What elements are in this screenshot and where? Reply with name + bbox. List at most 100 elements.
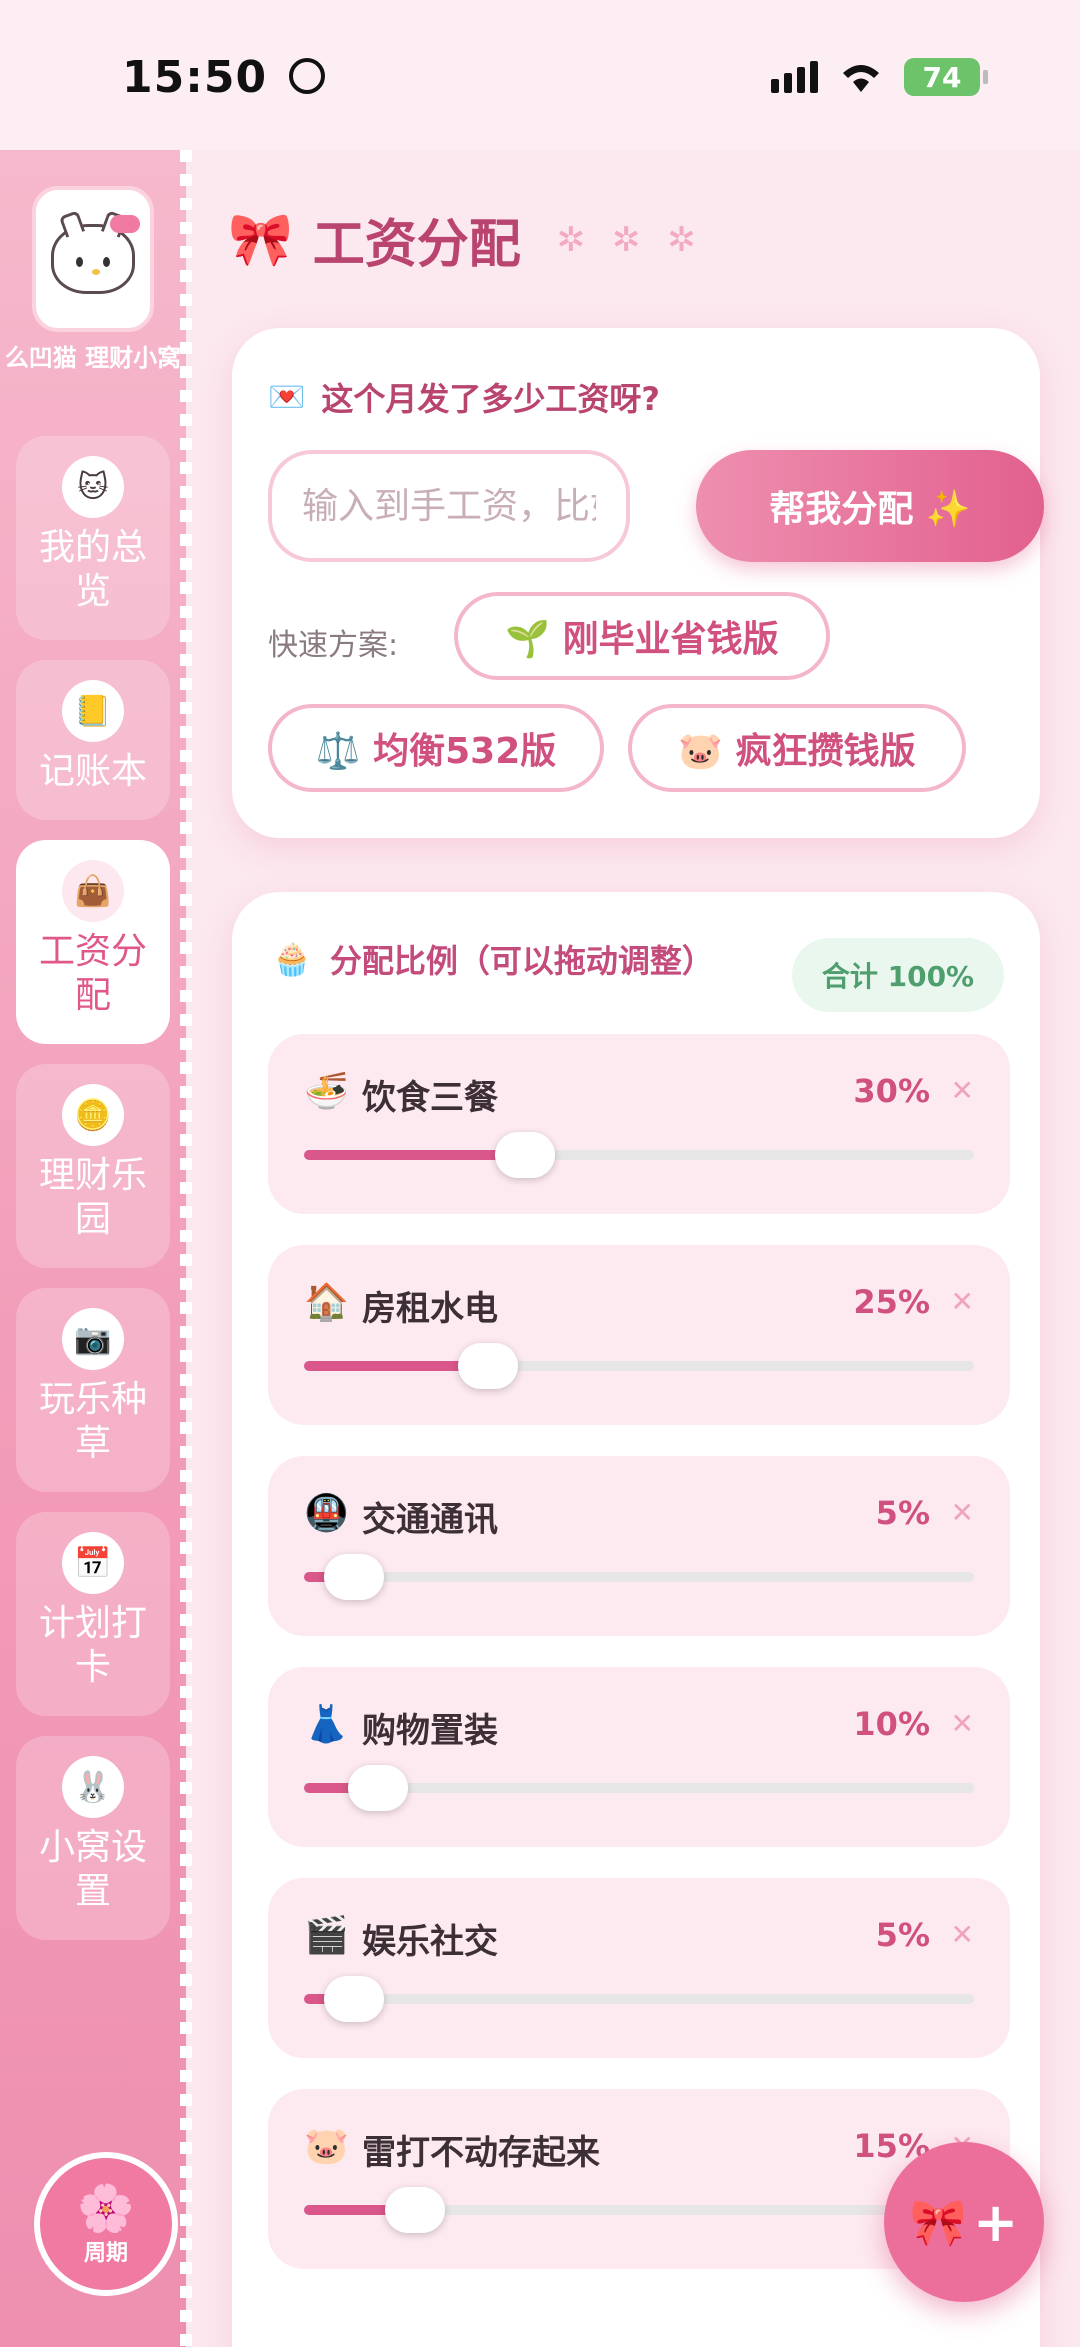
- coin-icon: 🪙: [62, 1084, 124, 1146]
- category-name: 雷打不动存起来: [362, 2133, 600, 2173]
- allocation-item: 🎬 娱乐社交 5% ✕: [268, 1878, 1010, 2058]
- sidebar-item-fun[interactable]: 📷 玩乐种草: [16, 1288, 170, 1492]
- category-percent: 30%: [853, 1072, 930, 1110]
- sidebar-item-label: 小窝设置: [38, 1827, 147, 1912]
- preset-balanced-button[interactable]: ⚖️ 均衡532版: [268, 704, 604, 792]
- category-percent: 5%: [875, 1494, 930, 1532]
- sidebar-item-label: 理财乐园: [38, 1155, 147, 1240]
- category-icon: 👗: [304, 1704, 349, 1745]
- allocation-item: 🏠 房租水电 25% ✕: [268, 1245, 1010, 1425]
- salary-question: 💌 这个月发了多少工资呀?: [268, 374, 660, 420]
- quick-plan-label: 快速方案:: [268, 628, 399, 663]
- allocation-title: 🧁 分配比例（可以拖动调整）: [272, 936, 714, 982]
- page-title: 工资分配: [312, 215, 521, 275]
- category-name: 购物置装: [362, 1711, 498, 1751]
- slider-thumb[interactable]: [495, 1132, 556, 1178]
- flower-icon: 🌸: [77, 2181, 135, 2235]
- app-name: 么凹猫 理财小窝: [4, 344, 182, 372]
- category-name: 饮食三餐: [362, 1078, 498, 1118]
- slider-thumb[interactable]: [458, 1343, 519, 1389]
- category-percent: 10%: [853, 1705, 930, 1743]
- allocation-card: 🧁 分配比例（可以拖动调整） 合计 100% 🍜 饮食三餐 30% ✕ 🏠 房租水电 25%…: [232, 892, 1040, 2347]
- status-bar: 15:50 74: [0, 0, 1080, 150]
- period-button[interactable]: 🌸 周期: [34, 2152, 178, 2296]
- page-header: 🎀 工资分配 ✲ ✲ ✲: [228, 202, 704, 277]
- slider-fill: [304, 1150, 526, 1160]
- allocation-title-text: 分配比例（可以拖动调整）: [329, 942, 714, 980]
- sidebar-item-label: 玩乐种草: [38, 1379, 147, 1464]
- allocation-item: 🚇 交通通讯 5% ✕: [268, 1456, 1010, 1636]
- total-badge: 合计 100%: [792, 938, 1004, 1012]
- camera-icon: 📷: [62, 1308, 124, 1370]
- category-name: 娱乐社交: [362, 1922, 498, 1962]
- percent-slider[interactable]: [304, 1554, 974, 1600]
- sidebar-item-label: 记账本: [38, 751, 147, 792]
- category-icon: 🎬: [304, 1915, 349, 1956]
- assign-button[interactable]: 帮我分配 ✨: [696, 450, 1044, 562]
- sidebar-item-label: 工资分配: [38, 931, 147, 1016]
- slider-thumb[interactable]: [384, 2187, 445, 2233]
- preset-saving-button[interactable]: 🐷 疯狂攒钱版: [628, 704, 966, 792]
- battery-level: 74: [922, 60, 962, 94]
- sidebar-item-ledger[interactable]: 📒 记账本: [16, 660, 170, 820]
- sidebar-item-finance[interactable]: 🪙 理财乐园: [16, 1064, 170, 1268]
- percent-slider[interactable]: [304, 1132, 974, 1178]
- category-icon: 🍜: [304, 1071, 349, 1112]
- settings-icon: 🐰: [62, 1756, 124, 1818]
- sidebar-stitch-edge: [180, 150, 192, 2347]
- cupcake-icon: 🧁: [272, 940, 312, 978]
- sidebar-item-settings[interactable]: 🐰 小窝设置: [16, 1736, 170, 1940]
- app-logo[interactable]: [32, 186, 154, 332]
- calendar-icon: 📅: [62, 1532, 124, 1594]
- time-text: 15:50: [122, 52, 268, 103]
- sidebar-item-overview[interactable]: 🐱 我的总览: [16, 436, 170, 640]
- wifi-icon: [843, 65, 879, 92]
- percent-slider[interactable]: [304, 1765, 974, 1811]
- slider-thumb[interactable]: [324, 1554, 384, 1600]
- notebook-icon: 📒: [62, 680, 124, 742]
- delete-icon[interactable]: ✕: [951, 1496, 974, 1529]
- sidebar-item-label: 计划打卡: [38, 1603, 147, 1688]
- envelope-icon: 💌: [268, 379, 306, 415]
- allocation-item: 🍜 饮食三餐 30% ✕: [268, 1034, 1010, 1214]
- salary-card: 💌 这个月发了多少工资呀? 帮我分配 ✨ 快速方案: 🌱 刚毕业省钱版 ⚖️ 均…: [232, 328, 1044, 838]
- percent-slider[interactable]: [304, 1343, 974, 1389]
- delete-icon[interactable]: ✕: [951, 1918, 974, 1951]
- category-icon: 🚇: [304, 1493, 349, 1534]
- stars-decor: ✲ ✲ ✲: [556, 219, 704, 260]
- question-text: 这个月发了多少工资呀?: [321, 380, 660, 418]
- status-icons: 74: [771, 58, 988, 96]
- delete-icon[interactable]: ✕: [951, 1074, 974, 1107]
- category-icon: 🐷: [304, 2126, 349, 2167]
- bag-icon: 👜: [62, 860, 124, 922]
- bow-icon: 🎀: [228, 210, 293, 270]
- sidebar-item-salary[interactable]: 👜 工资分配: [16, 840, 170, 1044]
- main-content: 🎀 工资分配 ✲ ✲ ✲ 💌 这个月发了多少工资呀? 帮我分配 ✨ 快速方案: …: [192, 150, 1080, 2347]
- status-time: 15:50: [122, 52, 326, 103]
- slider-thumb[interactable]: [347, 1765, 408, 1811]
- preset-graduate-button[interactable]: 🌱 刚毕业省钱版: [454, 592, 830, 680]
- hello-kitty-icon: [51, 210, 140, 294]
- plus-icon: +: [973, 2190, 1019, 2254]
- slider-thumb[interactable]: [324, 1976, 384, 2022]
- delete-icon[interactable]: ✕: [951, 1707, 974, 1740]
- category-name: 房租水电: [362, 1289, 498, 1329]
- category-name: 交通通讯: [362, 1500, 498, 1540]
- smile-icon: [289, 58, 326, 94]
- category-percent: 5%: [875, 1916, 930, 1954]
- battery-icon: 74: [904, 58, 988, 96]
- sidebar-item-label: 我的总览: [38, 527, 147, 612]
- bow-icon: 🎀: [909, 2194, 968, 2249]
- category-percent: 25%: [853, 1283, 930, 1321]
- percent-slider[interactable]: [304, 1976, 974, 2022]
- category-icon: 🏠: [304, 1282, 349, 1323]
- sidebar-item-plan[interactable]: 📅 计划打卡: [16, 1512, 170, 1716]
- add-fab-button[interactable]: 🎀 +: [884, 2142, 1044, 2302]
- salary-input[interactable]: [268, 450, 630, 562]
- percent-slider[interactable]: [304, 2187, 974, 2233]
- delete-icon[interactable]: ✕: [951, 1285, 974, 1318]
- period-label: 周期: [83, 2241, 128, 2266]
- signal-icon: [771, 61, 818, 93]
- cat-icon: 🐱: [62, 456, 124, 518]
- allocation-item: 👗 购物置装 10% ✕: [268, 1667, 1010, 1847]
